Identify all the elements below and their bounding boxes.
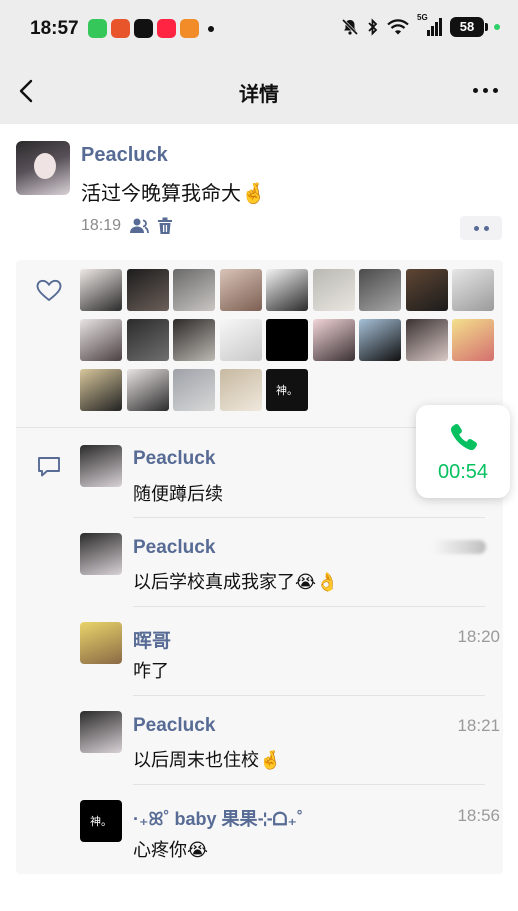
status-indicators: 5G 58 xyxy=(341,13,500,37)
wifi-icon xyxy=(387,19,409,35)
comment-avatar[interactable] xyxy=(80,445,122,487)
comment-avatar[interactable]: 神。 xyxy=(80,800,122,842)
liker-avatar[interactable] xyxy=(126,269,169,311)
nav-bar: 详情 xyxy=(0,58,518,124)
xiaohongshu-icon xyxy=(157,19,176,38)
liker-avatar[interactable] xyxy=(219,319,262,361)
game-icon xyxy=(180,19,199,38)
post-action-button[interactable] xyxy=(460,216,502,240)
notification-dot xyxy=(208,26,214,32)
comment-time: 18:56 xyxy=(457,806,500,825)
liker-avatar[interactable] xyxy=(219,269,262,311)
liker-avatar[interactable] xyxy=(312,269,355,311)
liker-avatar[interactable] xyxy=(80,319,122,361)
floating-call-window[interactable]: 00:54 xyxy=(416,405,510,498)
pumpkin-icon xyxy=(111,19,130,38)
post-meta: 18:19 xyxy=(81,217,173,235)
mute-bell-icon xyxy=(341,18,359,36)
more-dot-icon xyxy=(483,88,488,93)
comment-time: 18:20 xyxy=(457,627,500,646)
comment-avatar[interactable] xyxy=(80,622,122,664)
bluetooth-icon xyxy=(368,18,378,36)
liker-avatar[interactable] xyxy=(312,319,355,361)
liker-avatar[interactable] xyxy=(359,319,401,361)
comment-text: 随便蹲后续 xyxy=(133,484,223,504)
signal-icon: 5G xyxy=(417,13,442,36)
comment-divider xyxy=(133,784,485,785)
call-timer: 00:54 xyxy=(437,461,489,483)
liker-avatar[interactable] xyxy=(219,369,262,411)
privacy-indicator-dot xyxy=(494,24,500,30)
liker-avatar[interactable] xyxy=(173,269,215,311)
network-label: 5G xyxy=(417,13,428,22)
liker-avatar[interactable] xyxy=(80,369,122,411)
post-text: 活过今晚算我命大🤞 xyxy=(81,183,266,205)
liker-avatar[interactable] xyxy=(126,369,169,411)
comment-divider xyxy=(133,695,485,696)
comment-author[interactable]: Peacluck xyxy=(133,715,215,737)
comment-text: 心疼你😭 xyxy=(133,840,209,860)
post-time: 18:19 xyxy=(81,217,122,234)
battery-icon: 58 xyxy=(450,17,488,37)
comment-bubble-icon xyxy=(38,457,60,477)
liker-avatar[interactable] xyxy=(173,369,215,411)
comment-author[interactable]: Peacluck xyxy=(133,537,215,559)
visibility-users-icon[interactable] xyxy=(129,217,149,235)
tiktok-icon xyxy=(134,19,153,38)
post-author-avatar[interactable] xyxy=(16,141,70,195)
more-options-button[interactable] xyxy=(473,88,498,93)
liker-avatar[interactable] xyxy=(126,319,169,361)
comment-author[interactable]: 晖哥 xyxy=(133,626,171,653)
avatar-text: 神。 xyxy=(90,816,112,828)
comment-time: 18:21 xyxy=(457,716,500,735)
likes-avatar-grid: 神。 xyxy=(80,269,500,411)
more-dot-icon xyxy=(493,88,498,93)
comment-author[interactable]: ·₊ꕤ˚ baby 果果⊹ᗝ₊˚ xyxy=(133,805,303,831)
status-time: 18:57 xyxy=(30,18,79,39)
liker-avatar[interactable] xyxy=(266,319,308,361)
trash-icon[interactable] xyxy=(157,217,173,235)
comment-text: 以后周末也住校🤞 xyxy=(133,750,282,770)
comment-text: 以后学校真成我家了😭👌 xyxy=(133,572,339,592)
liker-avatar[interactable]: 神。 xyxy=(266,369,308,411)
action-dot-icon xyxy=(483,225,489,231)
comment-divider xyxy=(133,606,485,607)
post-author-name[interactable]: Peacluck xyxy=(81,144,168,167)
action-dot-icon xyxy=(473,225,479,231)
liker-avatar[interactable] xyxy=(266,269,308,311)
liker-avatar[interactable] xyxy=(405,269,448,311)
status-bar: 18:57 5G 58 xyxy=(0,0,518,58)
liker-avatar[interactable] xyxy=(359,269,401,311)
comment-avatar[interactable] xyxy=(80,711,122,753)
avatar-face xyxy=(34,153,56,179)
heart-icon xyxy=(36,279,62,301)
comment-time-blurred xyxy=(432,540,486,554)
liker-avatar[interactable] xyxy=(405,319,448,361)
more-dot-icon xyxy=(473,88,478,93)
liker-avatar[interactable] xyxy=(452,319,494,361)
phone-icon xyxy=(450,423,478,451)
status-app-icons xyxy=(88,19,199,38)
comment-avatar[interactable] xyxy=(80,533,122,575)
comment-divider xyxy=(133,517,485,518)
liker-avatar-text: 神。 xyxy=(276,385,298,397)
liker-avatar[interactable] xyxy=(80,269,122,311)
liker-avatar[interactable] xyxy=(173,319,215,361)
wechat-icon xyxy=(88,19,107,38)
page-title: 详情 xyxy=(239,84,279,106)
comment-text: 咋了 xyxy=(133,661,169,681)
liker-avatar[interactable] xyxy=(452,269,494,311)
comment-author[interactable]: Peacluck xyxy=(133,448,215,470)
